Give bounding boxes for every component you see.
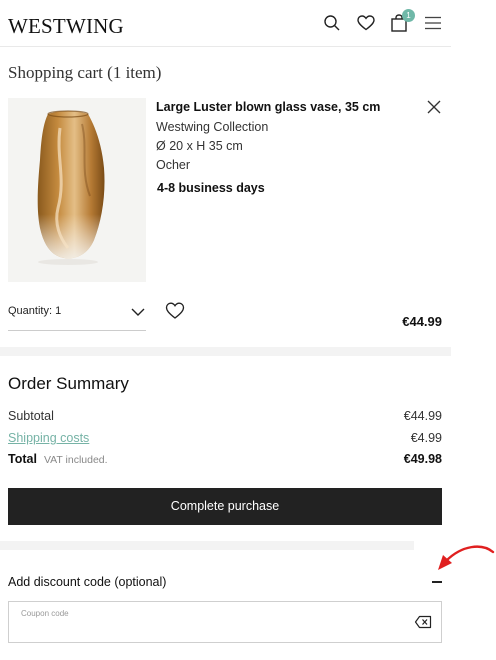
vat-note: VAT included. <box>43 454 108 466</box>
page-title: Shopping cart (1 item) <box>8 63 162 82</box>
total-value: €49.98 <box>403 452 442 466</box>
subtotal-label: Subtotal <box>8 409 54 423</box>
coupon-input[interactable] <box>21 622 401 638</box>
product-name[interactable]: Large Luster blown glass vase, 35 cm <box>156 100 380 114</box>
subtotal-row: Subtotal €44.99 <box>8 409 442 425</box>
shipping-costs-link[interactable]: Shipping costs <box>8 431 89 445</box>
shipping-value: €4.99 <box>410 431 442 445</box>
shipping-row: Shipping costs €4.99 <box>8 431 442 447</box>
coupon-code-field[interactable]: Coupon code <box>8 601 442 643</box>
section-divider <box>0 347 451 356</box>
site-header: WESTWING 1 <box>0 0 451 47</box>
cart-bag-icon[interactable]: 1 <box>388 9 415 34</box>
complete-purchase-button[interactable]: Complete purchase <box>8 488 442 525</box>
annotation-arrow-icon <box>438 545 495 570</box>
remove-item-close-icon[interactable] <box>425 98 443 116</box>
section-divider <box>0 541 414 550</box>
chevron-down-icon <box>130 305 146 317</box>
product-dimensions: Ø 20 x H 35 cm <box>156 139 243 153</box>
coupon-placeholder: Coupon code <box>21 609 69 618</box>
product-brand: Westwing Collection <box>156 120 269 134</box>
order-summary-title: Order Summary <box>8 374 129 393</box>
quantity-select[interactable]: Quantity: 1 <box>8 295 146 331</box>
cart-count-badge: 1 <box>402 9 415 22</box>
clear-backspace-icon[interactable] <box>414 615 432 629</box>
product-image[interactable] <box>8 98 146 282</box>
add-to-wishlist-heart-icon[interactable] <box>165 302 185 320</box>
total-label: Total <box>8 452 37 466</box>
logo[interactable]: WESTWING <box>8 14 124 39</box>
quantity-label: Quantity: 1 <box>8 305 62 317</box>
collapse-minus-icon[interactable] <box>432 581 442 583</box>
product-color: Ocher <box>156 158 191 172</box>
search-icon[interactable] <box>321 12 343 34</box>
subtotal-value: €44.99 <box>403 409 442 423</box>
item-price: €44.99 <box>402 314 442 329</box>
discount-code-title[interactable]: Add discount code (optional) <box>8 575 166 589</box>
total-row: Total VAT included. €49.98 <box>8 452 442 468</box>
wishlist-heart-icon[interactable] <box>355 12 377 34</box>
delivery-time: 4-8 business days <box>157 181 265 195</box>
menu-icon[interactable] <box>422 12 444 34</box>
